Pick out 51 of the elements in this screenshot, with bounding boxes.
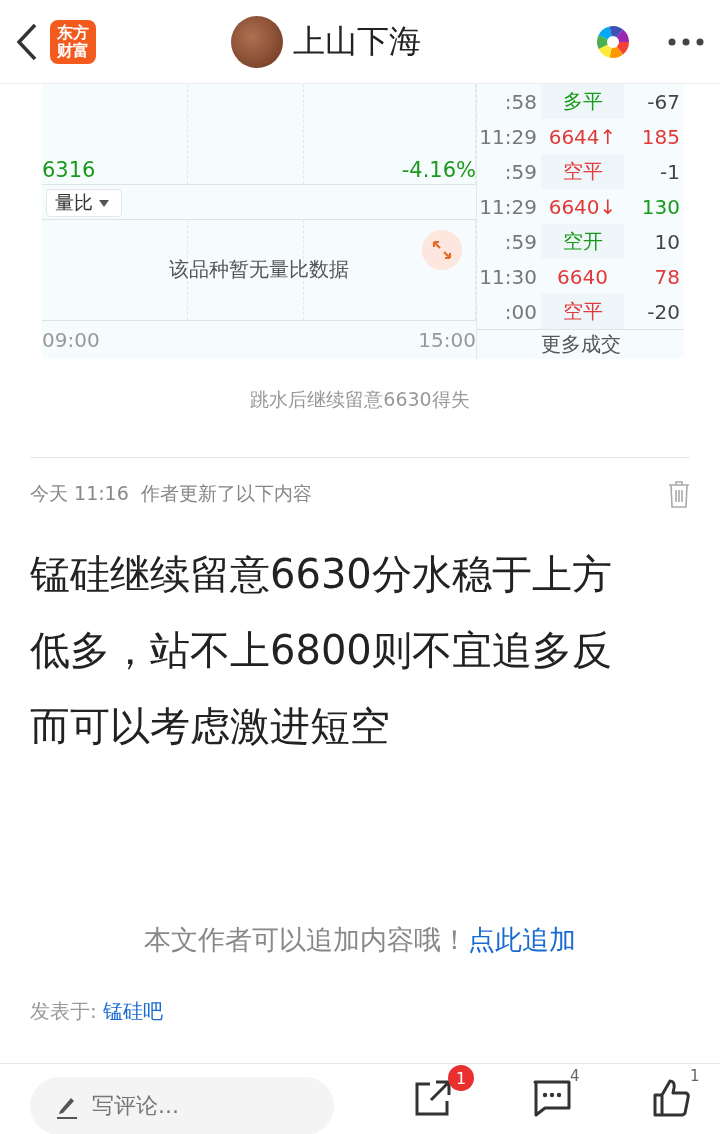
trade-price: 多平 [541,84,624,119]
update-meta: 今天 11:16 作者更新了以下内容 [30,481,312,506]
trade-volume: 10 [653,229,681,254]
trade-time: 11:30 [478,264,538,289]
expand-icon [431,239,453,261]
avatar[interactable] [231,15,283,68]
notification-badge: 1 [448,1065,474,1091]
app-logo: 东方 财富 [50,19,96,64]
trade-price: 空开 [541,224,624,259]
trade-time: :59 [503,229,538,254]
append-link[interactable]: 点此追加 [468,924,576,955]
more-icon[interactable] [668,37,704,46]
empty-message: 该品种暂无量比数据 [168,256,350,283]
back-icon[interactable] [16,22,38,61]
trade-volume: 130 [640,194,681,219]
trade-volume: 78 [653,264,681,289]
caret-icon [99,199,109,207]
update-body: 锰硅继续留意6630分水稳于上方低多，站不上6800则不宜追多反而可以考虑激进短空 [29,550,613,751]
change-label: -4.16% [401,158,476,182]
trade-time: :59 [503,159,538,184]
comment-count: 4 [570,1067,580,1085]
trade-price: 空平 [541,294,624,329]
trade-price: 6640↓ [547,193,618,221]
trade-time: :00 [503,299,538,324]
share-icon[interactable] [414,1079,452,1117]
page-title: 上山下海 [293,20,421,62]
trade-volume: -67 [646,89,681,114]
axis-label: 09:00 [42,328,100,352]
more-trades-button[interactable]: 更多成交 [477,329,684,359]
trade-volume: -1 [659,159,681,184]
comment-icon[interactable] [532,1079,572,1117]
indicator-dropdown[interactable]: 量比 [46,189,122,217]
forum-link[interactable]: 锰硅吧 [102,998,163,1025]
trade-time: 11:29 [478,124,538,149]
trade-price: 6640 [556,263,609,291]
price-label: 6316 [42,158,96,182]
like-count: 1 [690,1067,700,1085]
trade-volume: -20 [646,299,681,324]
trade-price: 6644↑ [547,123,618,151]
trade-time: :58 [503,89,538,114]
image-caption: 跳水后继续留意6630得失 [249,387,471,412]
trade-time: 11:29 [478,194,538,219]
aperture-icon[interactable] [596,24,630,59]
append-prompt: 本文作者可以追加内容哦！ [144,924,468,955]
thumbs-up-icon[interactable] [652,1079,690,1117]
expand-button[interactable] [422,230,462,270]
trade-price: 空平 [541,154,624,189]
axis-label: 15:00 [418,328,476,352]
comment-field[interactable]: 写评论... [30,1077,334,1134]
posted-label: 发表于: [30,998,97,1025]
trade-volume: 185 [640,124,681,149]
